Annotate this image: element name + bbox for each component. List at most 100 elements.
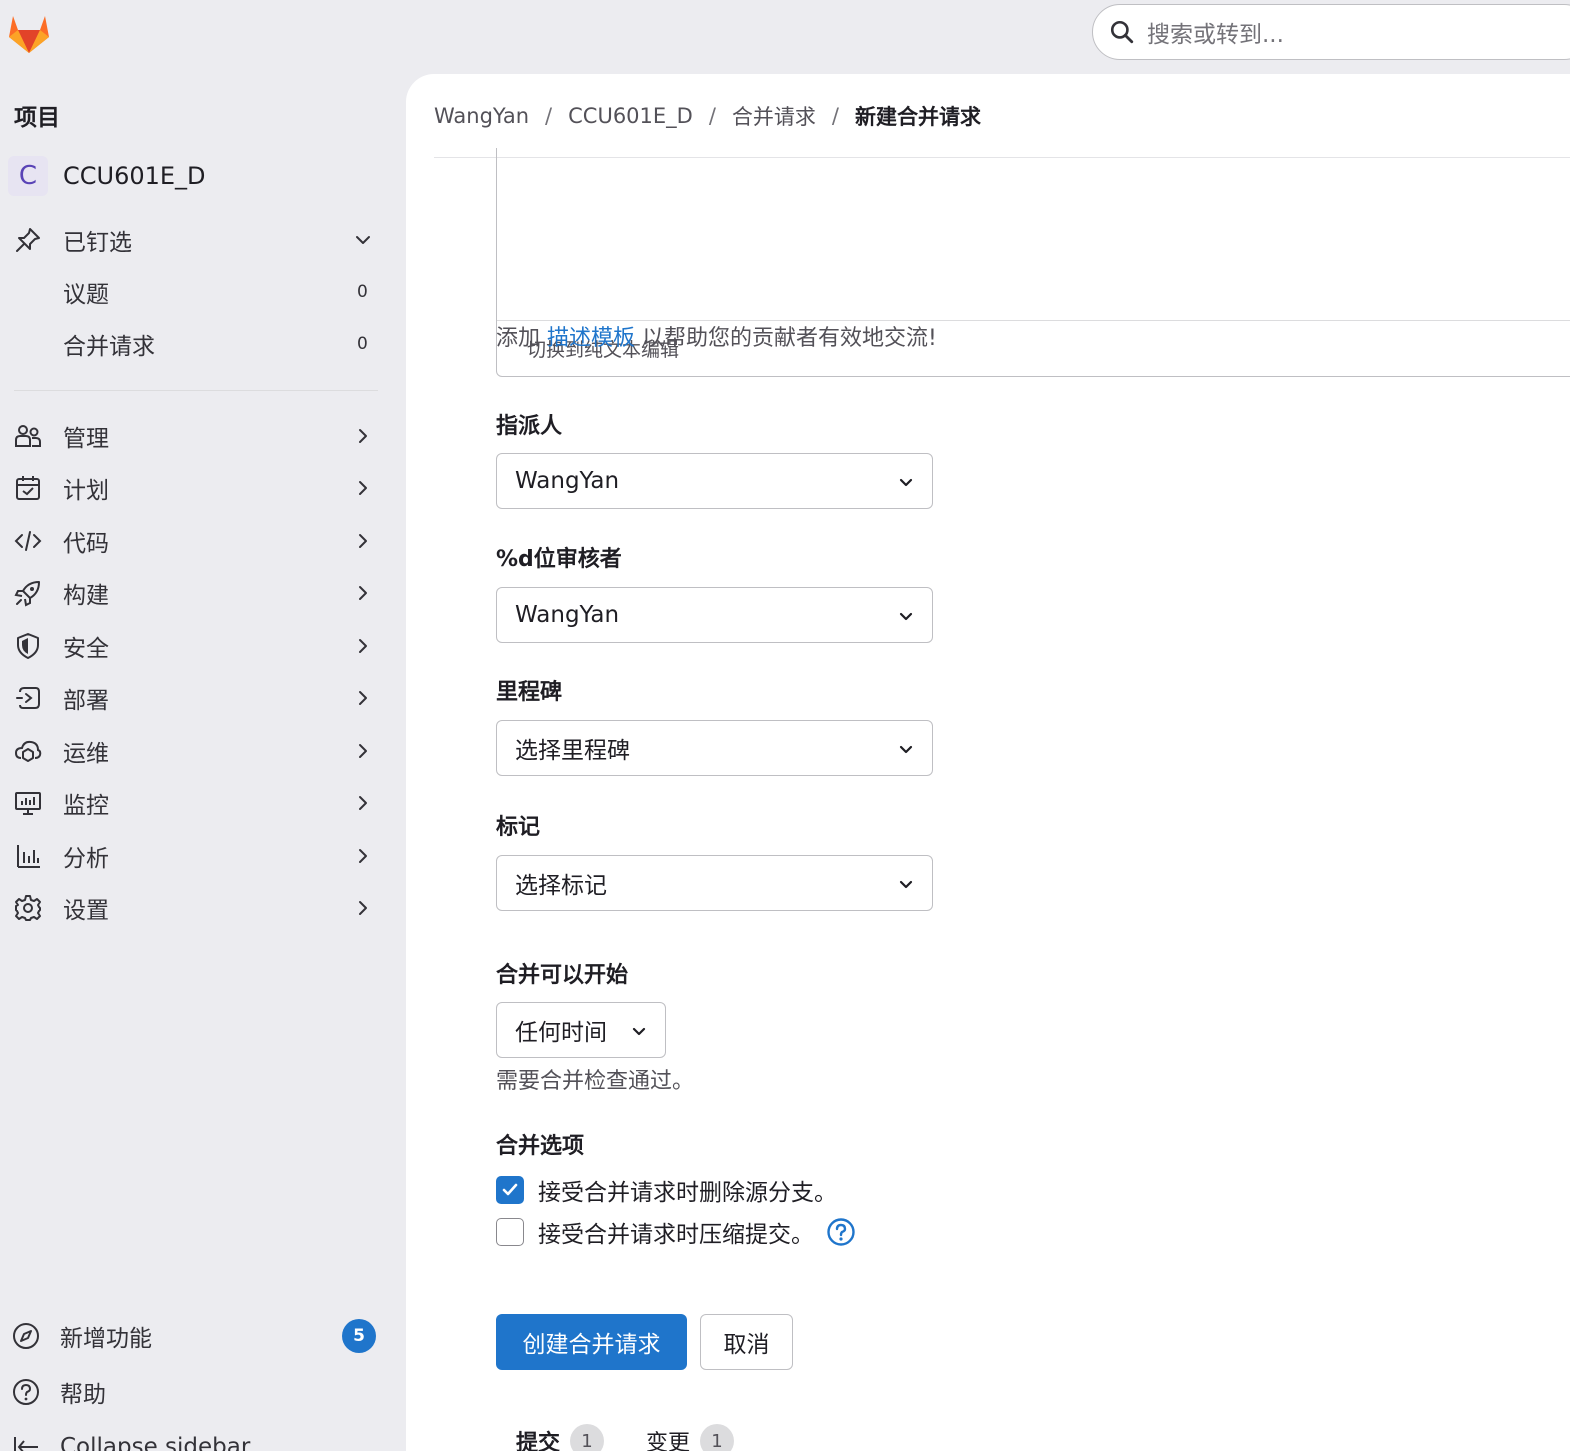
monitor-icon — [14, 789, 42, 817]
gitlab-logo-icon[interactable] — [6, 10, 52, 54]
sidebar-item-label: 分析 — [63, 846, 109, 872]
chevron-right-icon — [359, 901, 367, 915]
sidebar-heading: 项目 — [14, 105, 60, 131]
whats-new-badge: 5 — [342, 1319, 376, 1353]
sidebar-item-operate[interactable]: 运维 — [0, 725, 390, 777]
chevron-down-icon — [356, 236, 370, 244]
sidebar-item-label: 议题 — [63, 282, 109, 308]
breadcrumb-separator: / — [708, 103, 716, 128]
description-template-link[interactable]: 描述模板 — [547, 326, 635, 351]
breadcrumb-current[interactable]: 新建合并请求 — [855, 101, 981, 131]
whats-new-label: 新增功能 — [60, 1326, 152, 1352]
thumbtack-icon — [14, 226, 42, 254]
merge-after-label: 合并可以开始 — [496, 963, 629, 988]
reviewer-label: %d位审核者 — [496, 547, 622, 572]
sidebar-item-analyze[interactable]: 分析 — [0, 830, 390, 882]
reviewer-dropdown[interactable]: WangYan — [496, 587, 933, 643]
assignee-label: 指派人 — [496, 414, 563, 439]
sidebar-item-issues[interactable]: 议题 0 — [0, 266, 390, 318]
chevron-down-icon — [632, 1027, 646, 1036]
cloud-icon — [14, 737, 42, 765]
assignee-dropdown[interactable]: WangYan — [496, 453, 933, 509]
create-merge-request-button[interactable]: 创建合并请求 — [496, 1314, 687, 1370]
sidebar-item-plan[interactable]: 计划 — [0, 462, 390, 514]
sidebar-item-deploy[interactable]: 部署 — [0, 672, 390, 724]
sidebar-help[interactable]: 帮助 — [0, 1366, 390, 1418]
breadcrumb-separator: / — [831, 103, 839, 128]
chevron-right-icon — [359, 586, 367, 600]
collapse-sidebar-icon — [12, 1433, 40, 1451]
sidebar-project[interactable]: C CCU601E_D — [8, 156, 206, 196]
delete-source-branch-option[interactable]: 接受合并请求时删除源分支。 — [496, 1173, 837, 1207]
cancel-button[interactable]: 取消 — [700, 1314, 793, 1370]
sidebar-item-merge-requests[interactable]: 合并请求 0 — [0, 318, 390, 370]
sidebar-item-manage[interactable]: 管理 — [0, 410, 390, 462]
merge-checks-note: 需要合并检查通过。 — [496, 1069, 695, 1094]
search-icon — [1110, 20, 1134, 44]
delete-source-branch-label: 接受合并请求时删除源分支。 — [538, 1180, 837, 1206]
description-template-hint: 添加 描述模板 以帮助您的贡献者有效地交流! — [496, 320, 937, 352]
chevron-down-icon — [899, 745, 913, 754]
sidebar-collapse[interactable]: Collapse sidebar — [0, 1421, 390, 1451]
chevron-down-icon — [899, 612, 913, 621]
chevron-right-icon — [359, 691, 367, 705]
squash-commits-checkbox[interactable] — [496, 1218, 524, 1246]
tab-commits[interactable]: 提交 1 — [516, 1424, 605, 1451]
sidebar-item-settings[interactable]: 设置 — [0, 882, 390, 934]
reviewer-value: WangYan — [515, 602, 620, 628]
search-input[interactable]: 搜索或转到... — [1092, 4, 1570, 60]
hint-prefix: 添加 — [496, 326, 541, 351]
shield-icon — [14, 632, 42, 660]
sidebar-item-label: 合并请求 — [63, 334, 155, 360]
question-icon — [12, 1378, 40, 1406]
tab-label: 变更 — [646, 1431, 691, 1451]
tab-changes[interactable]: 变更 1 — [646, 1424, 735, 1451]
milestone-label: 里程碑 — [496, 680, 563, 705]
labels-value: 选择标记 — [515, 873, 607, 899]
merge-options-label: 合并选项 — [496, 1134, 585, 1159]
squash-commits-option[interactable]: 接受合并请求时压缩提交。 — [496, 1215, 856, 1249]
breadcrumb-separator: / — [545, 103, 553, 128]
milestone-dropdown[interactable]: 选择里程碑 — [496, 720, 933, 776]
calendar-icon — [14, 474, 42, 502]
mr-tabs: 提交 1 变更 1 — [516, 1424, 776, 1451]
checkmark-icon — [502, 1183, 518, 1196]
gear-icon — [14, 894, 42, 922]
breadcrumb-item[interactable]: 合并请求 — [732, 101, 816, 131]
compass-icon — [12, 1322, 40, 1350]
tab-label: 提交 — [516, 1431, 561, 1451]
project-name: CCU601E_D — [63, 162, 206, 190]
sidebar-item-label: 管理 — [63, 426, 109, 452]
sidebar-item-pinned[interactable]: 已钉选 — [0, 214, 390, 266]
merge-after-dropdown[interactable]: 任何时间 — [496, 1002, 666, 1058]
sidebar-item-label: 构建 — [63, 583, 109, 609]
delete-source-branch-checkbox[interactable] — [496, 1176, 524, 1204]
breadcrumb-item[interactable]: WangYan — [434, 104, 529, 128]
help-label: 帮助 — [60, 1382, 106, 1408]
sidebar-item-label: 设置 — [63, 898, 109, 924]
tab-count: 1 — [570, 1424, 605, 1451]
sidebar-item-label: 运维 — [63, 741, 109, 767]
sidebar-whats-new[interactable]: 新增功能 5 — [0, 1310, 390, 1362]
question-circle-icon[interactable] — [826, 1217, 856, 1247]
assignee-value: WangYan — [515, 468, 620, 494]
sidebar-item-label: 安全 — [63, 636, 109, 662]
breadcrumb-item[interactable]: CCU601E_D — [568, 104, 693, 128]
merge-requests-count: 0 — [357, 334, 368, 354]
sidebar-item-monitor[interactable]: 监控 — [0, 777, 390, 829]
deployments-icon — [14, 684, 42, 712]
sidebar-item-label: 监控 — [63, 793, 109, 819]
chevron-right-icon — [359, 744, 367, 758]
labels-dropdown[interactable]: 选择标记 — [496, 855, 933, 911]
sidebar-item-build[interactable]: 构建 — [0, 567, 390, 619]
hint-suffix: 以帮助您的贡献者有效地交流! — [642, 326, 937, 351]
main-content: WangYan / CCU601E_D / 合并请求 / 新建合并请求 切换到纯… — [406, 74, 1570, 1451]
rocket-icon — [14, 579, 42, 607]
sidebar-item-code[interactable]: 代码 — [0, 515, 390, 567]
sidebar-item-label: 已钉选 — [63, 230, 132, 256]
chevron-right-icon — [359, 849, 367, 863]
sidebar-item-secure[interactable]: 安全 — [0, 620, 390, 672]
sidebar: 项目 C CCU601E_D 已钉选 议题 0 合并请求 0 管理 计划 代码 … — [0, 74, 406, 1451]
chevron-right-icon — [359, 639, 367, 653]
tab-count: 1 — [700, 1424, 735, 1451]
